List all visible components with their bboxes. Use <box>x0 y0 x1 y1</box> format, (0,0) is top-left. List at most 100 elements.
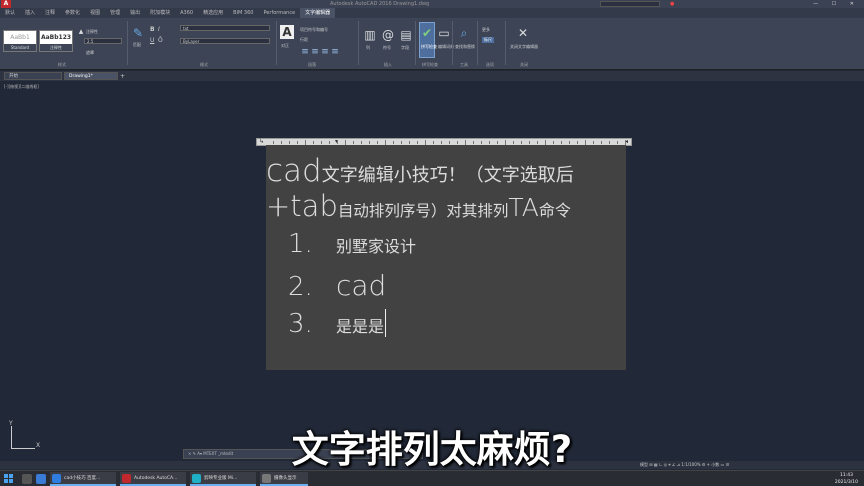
annotative-icon[interactable]: ▴ <box>76 27 86 37</box>
italic-button[interactable]: I <box>158 26 160 33</box>
divider <box>358 21 359 65</box>
columns-icon[interactable]: ▥ <box>363 28 377 42</box>
tab-drawing1[interactable]: Drawing1* <box>64 72 118 80</box>
mask-label[interactable]: 遮罩 <box>86 50 94 56</box>
ruler-indent-icon[interactable]: ↳ <box>259 139 264 145</box>
taskbar-item-camera[interactable]: 摄像头显示 <box>260 472 308 486</box>
ruler-tick <box>377 141 378 144</box>
camera-icon <box>262 474 271 483</box>
columns-label: 列 <box>366 45 370 50</box>
ribbon-tab-5[interactable]: 管理 <box>105 8 125 18</box>
panel-title-tools: 工具 <box>460 62 468 67</box>
ruler-tick <box>569 141 570 144</box>
ruler-toggle[interactable]: 标尺 <box>482 37 494 43</box>
taskbar-item-autocad[interactable]: Autodesk AutoCA... <box>120 472 186 486</box>
ribbon-tab-2[interactable]: 注释 <box>40 8 60 18</box>
symbol-label: 符号 <box>383 45 391 50</box>
line-spacing-label[interactable]: 行距 <box>300 37 308 43</box>
justify-icon[interactable]: A <box>280 25 294 39</box>
ribbon-tab-3[interactable]: 参数化 <box>60 8 85 18</box>
align-justify-icon[interactable]: ≡ <box>330 47 340 57</box>
ribbon-tab-6[interactable]: 输出 <box>125 8 145 18</box>
taskbar-item-editor[interactable]: 剪映专业版 Mi... <box>190 472 256 486</box>
ribbon-tab-1[interactable]: 插入 <box>20 8 40 18</box>
text-caret <box>385 309 386 337</box>
ruler-tick <box>473 141 474 144</box>
ribbon-tab-8[interactable]: A360 <box>175 8 198 18</box>
ruler-tick <box>297 141 298 144</box>
style-standard[interactable]: AaBb1 Standard <box>3 30 37 52</box>
taskbar: cad小技巧 百度... Autodesk AutoCA... 剪映专业版 Mi… <box>0 470 864 486</box>
edge-icon[interactable] <box>36 474 46 484</box>
tab-start[interactable]: 开始 <box>4 72 62 80</box>
list-text: 别墅家设计 <box>336 237 417 256</box>
bold-button[interactable]: B <box>150 26 155 33</box>
style-name: Standard <box>4 44 36 51</box>
list-item: 3. 是是是 <box>288 309 384 339</box>
ruler-tick <box>321 141 322 144</box>
underline-button[interactable]: U <box>150 37 154 44</box>
panel-title-paragraph: 段落 <box>308 62 316 67</box>
ribbon-tab-4[interactable]: 视图 <box>85 8 105 18</box>
font-select[interactable]: txt <box>180 25 270 31</box>
system-clock[interactable]: 11:43 2021/3/10 <box>835 472 858 486</box>
ruler-tick <box>353 141 354 144</box>
ruler-tick <box>489 141 490 144</box>
task-label: 剪映专业版 Mi... <box>204 476 238 481</box>
close-icon[interactable]: ✕ <box>516 26 530 40</box>
align-right-icon[interactable]: ≡ <box>320 47 330 57</box>
match-format-icon[interactable]: ✎ <box>131 26 145 40</box>
ribbon-tab-11[interactable]: Performance <box>258 8 300 18</box>
symbol-icon[interactable]: @ <box>381 28 395 42</box>
overline-button[interactable]: Ō <box>158 37 163 44</box>
list-label[interactable]: 项目符号和编号 <box>300 27 328 33</box>
style-annotative[interactable]: AaBb123 注释性 <box>39 30 73 52</box>
edit-dictionary-icon[interactable]: ▭ <box>437 26 451 40</box>
color-select[interactable]: ByLayer <box>180 38 270 44</box>
field-icon[interactable]: ▤ <box>399 28 413 42</box>
text-height-field[interactable]: 2.5 <box>84 38 122 44</box>
list-text: 是是是 <box>336 317 385 336</box>
ribbon-tab-9[interactable]: 精选应用 <box>198 8 228 18</box>
video-editor-icon <box>192 474 201 483</box>
mtext-editor[interactable]: cad文字编辑小技巧！（文字选取后 +tab自动排列序号）对其排列TA命令 1.… <box>266 145 626 370</box>
viewport-controls[interactable]: [-][俯视][二维线框] <box>4 84 39 90</box>
search-input[interactable] <box>600 1 660 7</box>
text-run: cad <box>266 153 322 189</box>
panel-title-spell: 拼写检查 <box>422 62 438 67</box>
ribbon-tab-10[interactable]: BIM 360 <box>228 8 258 18</box>
title-bar: A Autodesk AutoCAD 2016 Drawing1.dwg ● —… <box>0 0 864 8</box>
ribbon-tab-12[interactable]: 文字编辑器 <box>300 8 336 18</box>
ruler-tick <box>273 141 274 144</box>
autocad-window: A Autodesk AutoCAD 2016 Drawing1.dwg ● —… <box>0 0 864 486</box>
align-center-icon[interactable]: ≡ <box>310 47 320 57</box>
panel-title-options: 选项 <box>486 62 494 67</box>
ruler-tick <box>497 141 498 144</box>
ruler-tick <box>433 141 434 144</box>
ribbon-tab-0[interactable]: 默认 <box>0 8 20 18</box>
close-editor-label[interactable]: 关闭文字编辑器 <box>510 44 538 50</box>
divider <box>505 21 506 65</box>
search-icon[interactable] <box>22 474 32 484</box>
ruler-tick <box>289 141 290 144</box>
divider <box>415 21 416 65</box>
ribbon-tab-7[interactable]: 附加模块 <box>145 8 175 18</box>
ruler-tick <box>617 141 618 144</box>
windows-start-icon[interactable] <box>4 474 14 484</box>
align-left-icon[interactable]: ≡ <box>300 47 310 57</box>
divider <box>127 21 128 65</box>
ruler-tick <box>281 141 282 144</box>
ruler-tick <box>601 141 602 144</box>
more-options[interactable]: 更多 <box>482 27 490 33</box>
video-subtitle: 文字排列太麻烦? <box>291 428 573 471</box>
taskbar-item-browser[interactable]: cad小技巧 百度... <box>50 472 116 486</box>
find-replace-icon[interactable]: ⌕ <box>457 26 471 40</box>
app-logo[interactable]: A <box>1 0 11 8</box>
add-tab-button[interactable]: + <box>120 72 125 82</box>
ruler-tick <box>521 141 522 144</box>
ruler-tick <box>593 141 594 144</box>
window-controls[interactable]: — ☐ ✕ <box>813 0 860 8</box>
ruler-tick <box>449 141 450 144</box>
ruler-tick <box>513 141 514 144</box>
account-icon[interactable]: ● <box>670 0 674 8</box>
